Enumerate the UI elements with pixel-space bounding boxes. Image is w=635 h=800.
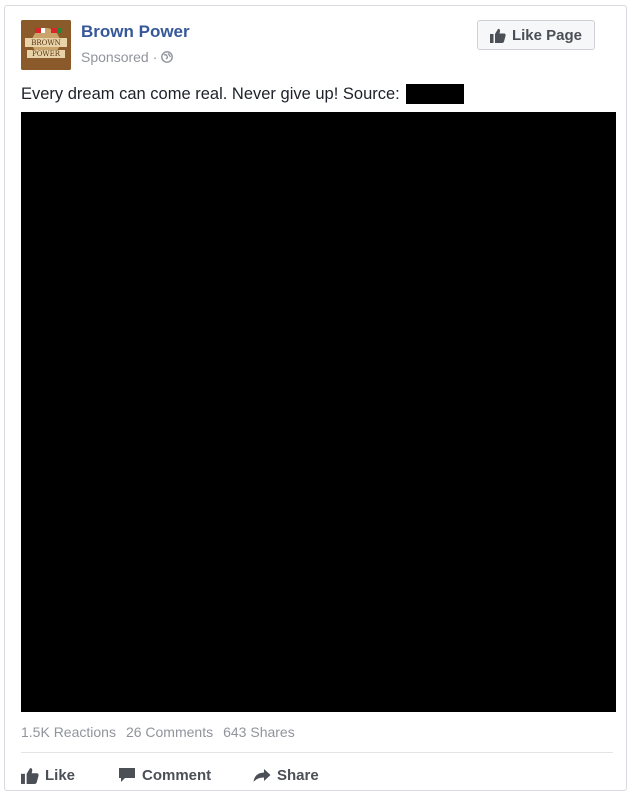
actions-divider: [21, 752, 613, 753]
like-page-button[interactable]: Like Page: [476, 20, 595, 50]
like-label: Like: [45, 766, 76, 784]
caption-text: Every dream can come real. Never give up…: [21, 84, 400, 103]
redacted-source: [405, 84, 464, 104]
post-actions-bar: Like Comment Share: [21, 762, 319, 788]
svg-text:POWER: POWER: [32, 50, 61, 58]
thumbs-up-icon: [21, 767, 39, 784]
globe-icon[interactable]: [161, 51, 174, 63]
post-header: BROWN POWER Brown Power Sponsored · Like…: [21, 20, 617, 72]
page-avatar[interactable]: BROWN POWER: [21, 20, 71, 70]
thumbs-up-icon: [489, 28, 506, 43]
comments-count[interactable]: 26 Comments: [126, 724, 213, 740]
share-label: Share: [277, 766, 319, 784]
like-button[interactable]: Like: [21, 767, 118, 784]
post-media-image[interactable]: [21, 112, 616, 712]
brown-power-logo-icon: BROWN POWER: [21, 20, 71, 70]
comment-button[interactable]: Comment: [118, 767, 253, 784]
sponsored-post-card: BROWN POWER Brown Power Sponsored · Like…: [4, 5, 627, 791]
svg-text:BROWN: BROWN: [31, 39, 60, 47]
meta-separator: ·: [152, 49, 158, 65]
post-caption: Every dream can come real. Never give up…: [21, 84, 464, 104]
comment-bubble-icon: [119, 768, 135, 782]
shares-count[interactable]: 643 Shares: [223, 724, 295, 740]
like-page-label: Like Page: [511, 26, 582, 44]
page-name-link[interactable]: Brown Power: [81, 22, 190, 42]
post-meta: Sponsored ·: [81, 49, 174, 65]
sponsored-label[interactable]: Sponsored: [81, 49, 149, 65]
comment-label: Comment: [142, 766, 212, 784]
reactions-count[interactable]: 1.5K Reactions: [21, 724, 116, 740]
share-arrow-icon: [253, 768, 271, 782]
engagement-stats: 1.5K Reactions 26 Comments 643 Shares: [21, 724, 295, 740]
share-button[interactable]: Share: [253, 767, 319, 784]
